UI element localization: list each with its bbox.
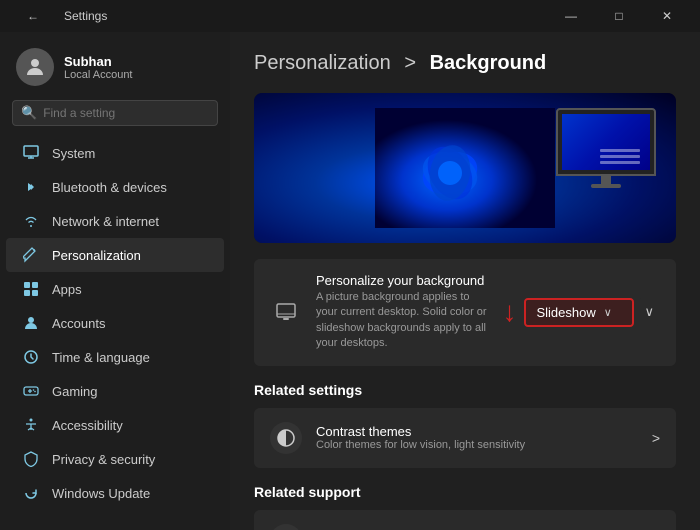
bluetooth-label: Bluetooth & devices bbox=[52, 180, 167, 195]
personalization-icon bbox=[22, 246, 40, 264]
sidebar-item-apps[interactable]: Apps bbox=[6, 272, 224, 306]
sidebar-item-network[interactable]: Network & internet bbox=[6, 204, 224, 238]
background-personalize-row: Personalize your background A picture ba… bbox=[254, 259, 676, 366]
related-support-header: Related support bbox=[254, 484, 676, 500]
user-name: Subhan bbox=[64, 54, 133, 69]
sidebar-item-system[interactable]: System bbox=[6, 136, 224, 170]
contrast-text: Contrast themes Color themes for low vis… bbox=[316, 424, 638, 451]
gaming-icon bbox=[22, 382, 40, 400]
update-label: Windows Update bbox=[52, 486, 150, 501]
avatar bbox=[16, 48, 54, 86]
contrast-themes-row[interactable]: Contrast themes Color themes for low vis… bbox=[254, 408, 676, 468]
page-title: Background bbox=[430, 52, 547, 74]
background-dropdown-control: ↓ Slideshow ∨ ∨ bbox=[502, 298, 660, 327]
personalize-title: Personalize your background bbox=[316, 273, 488, 288]
dropdown-value: Slideshow bbox=[536, 305, 595, 320]
accounts-label: Accounts bbox=[52, 316, 105, 331]
related-settings-header: Related settings bbox=[254, 382, 676, 398]
sidebar-item-personalization[interactable]: Personalization bbox=[6, 238, 224, 272]
sidebar-item-bluetooth[interactable]: Bluetooth & devices bbox=[6, 170, 224, 204]
bluetooth-icon bbox=[22, 178, 40, 196]
taskbar-line bbox=[600, 161, 640, 164]
update-icon bbox=[22, 484, 40, 502]
privacy-icon bbox=[22, 450, 40, 468]
contrast-title: Contrast themes bbox=[316, 424, 638, 439]
sidebar-item-update[interactable]: Windows Update bbox=[6, 476, 224, 510]
search-input[interactable] bbox=[43, 106, 209, 120]
sidebar-item-gaming[interactable]: Gaming bbox=[6, 374, 224, 408]
user-section[interactable]: Subhan Local Account bbox=[0, 40, 230, 100]
time-icon bbox=[22, 348, 40, 366]
arrow-indicator: ↓ bbox=[502, 298, 520, 326]
breadcrumb-separator: > bbox=[404, 52, 416, 74]
accessibility-icon bbox=[22, 416, 40, 434]
monitor-frame bbox=[556, 108, 656, 176]
network-icon bbox=[22, 212, 40, 230]
accounts-icon bbox=[22, 314, 40, 332]
taskbar-line bbox=[600, 149, 640, 152]
background-preview bbox=[254, 93, 676, 243]
apps-icon bbox=[22, 280, 40, 298]
monitor-screen bbox=[562, 114, 650, 170]
expand-chevron-icon: ∨ bbox=[644, 304, 654, 319]
dropdown-chevron-icon: ∨ bbox=[604, 306, 612, 319]
sidebar-item-privacy[interactable]: Privacy & security bbox=[6, 442, 224, 476]
search-icon: 🔍 bbox=[21, 105, 37, 121]
sidebar-item-accessibility[interactable]: Accessibility bbox=[6, 408, 224, 442]
sidebar-item-time[interactable]: Time & language bbox=[6, 340, 224, 374]
user-info: Subhan Local Account bbox=[64, 54, 133, 81]
app-container: Subhan Local Account 🔍 System bbox=[0, 32, 700, 530]
sidebar: Subhan Local Account 🔍 System bbox=[0, 32, 230, 530]
red-arrow-icon: ↓ bbox=[502, 298, 516, 326]
breadcrumb: Personalization > Background bbox=[254, 52, 676, 75]
maximize-button[interactable]: □ bbox=[596, 0, 642, 32]
time-label: Time & language bbox=[52, 350, 150, 365]
network-label: Network & internet bbox=[52, 214, 159, 229]
search-box[interactable]: 🔍 bbox=[12, 100, 218, 126]
taskbar-line bbox=[600, 155, 640, 158]
window-controls: — □ ✕ bbox=[548, 0, 690, 32]
contrast-icon bbox=[270, 422, 302, 454]
personalize-text: Personalize your background A picture ba… bbox=[316, 273, 488, 352]
privacy-label: Privacy & security bbox=[52, 452, 155, 467]
contrast-desc: Color themes for low vision, light sensi… bbox=[316, 439, 638, 451]
titlebar-left: ← Settings bbox=[10, 0, 107, 32]
back-button[interactable]: ← bbox=[10, 0, 56, 32]
background-type-dropdown[interactable]: Slideshow ∨ bbox=[524, 298, 634, 327]
monitor-base bbox=[591, 184, 621, 188]
preview-background bbox=[254, 93, 676, 243]
close-button[interactable]: ✕ bbox=[644, 0, 690, 32]
app-title: Settings bbox=[64, 9, 107, 23]
breadcrumb-parent: Personalization bbox=[254, 52, 391, 74]
personalize-desc: A picture background applies to your cur… bbox=[316, 290, 488, 352]
help-icon bbox=[270, 524, 302, 530]
user-role: Local Account bbox=[64, 69, 133, 81]
main-content: Personalization > Background bbox=[230, 32, 700, 530]
accessibility-label: Accessibility bbox=[52, 418, 123, 433]
apps-label: Apps bbox=[52, 282, 82, 297]
gaming-label: Gaming bbox=[52, 384, 98, 399]
personalization-label: Personalization bbox=[52, 248, 141, 263]
monitor-stand bbox=[601, 176, 611, 184]
minimize-button[interactable]: — bbox=[548, 0, 594, 32]
help-background-row[interactable]: Help with Background ^ bbox=[254, 510, 676, 530]
contrast-chevron-icon: > bbox=[652, 430, 660, 446]
system-icon bbox=[22, 144, 40, 162]
taskbar-lines bbox=[600, 149, 640, 164]
personalize-icon bbox=[270, 296, 302, 328]
titlebar: ← Settings — □ ✕ bbox=[0, 0, 700, 32]
expand-button[interactable]: ∨ bbox=[638, 298, 660, 326]
sidebar-item-accounts[interactable]: Accounts bbox=[6, 306, 224, 340]
system-label: System bbox=[52, 146, 95, 161]
windows-wallpaper-svg bbox=[375, 108, 555, 228]
